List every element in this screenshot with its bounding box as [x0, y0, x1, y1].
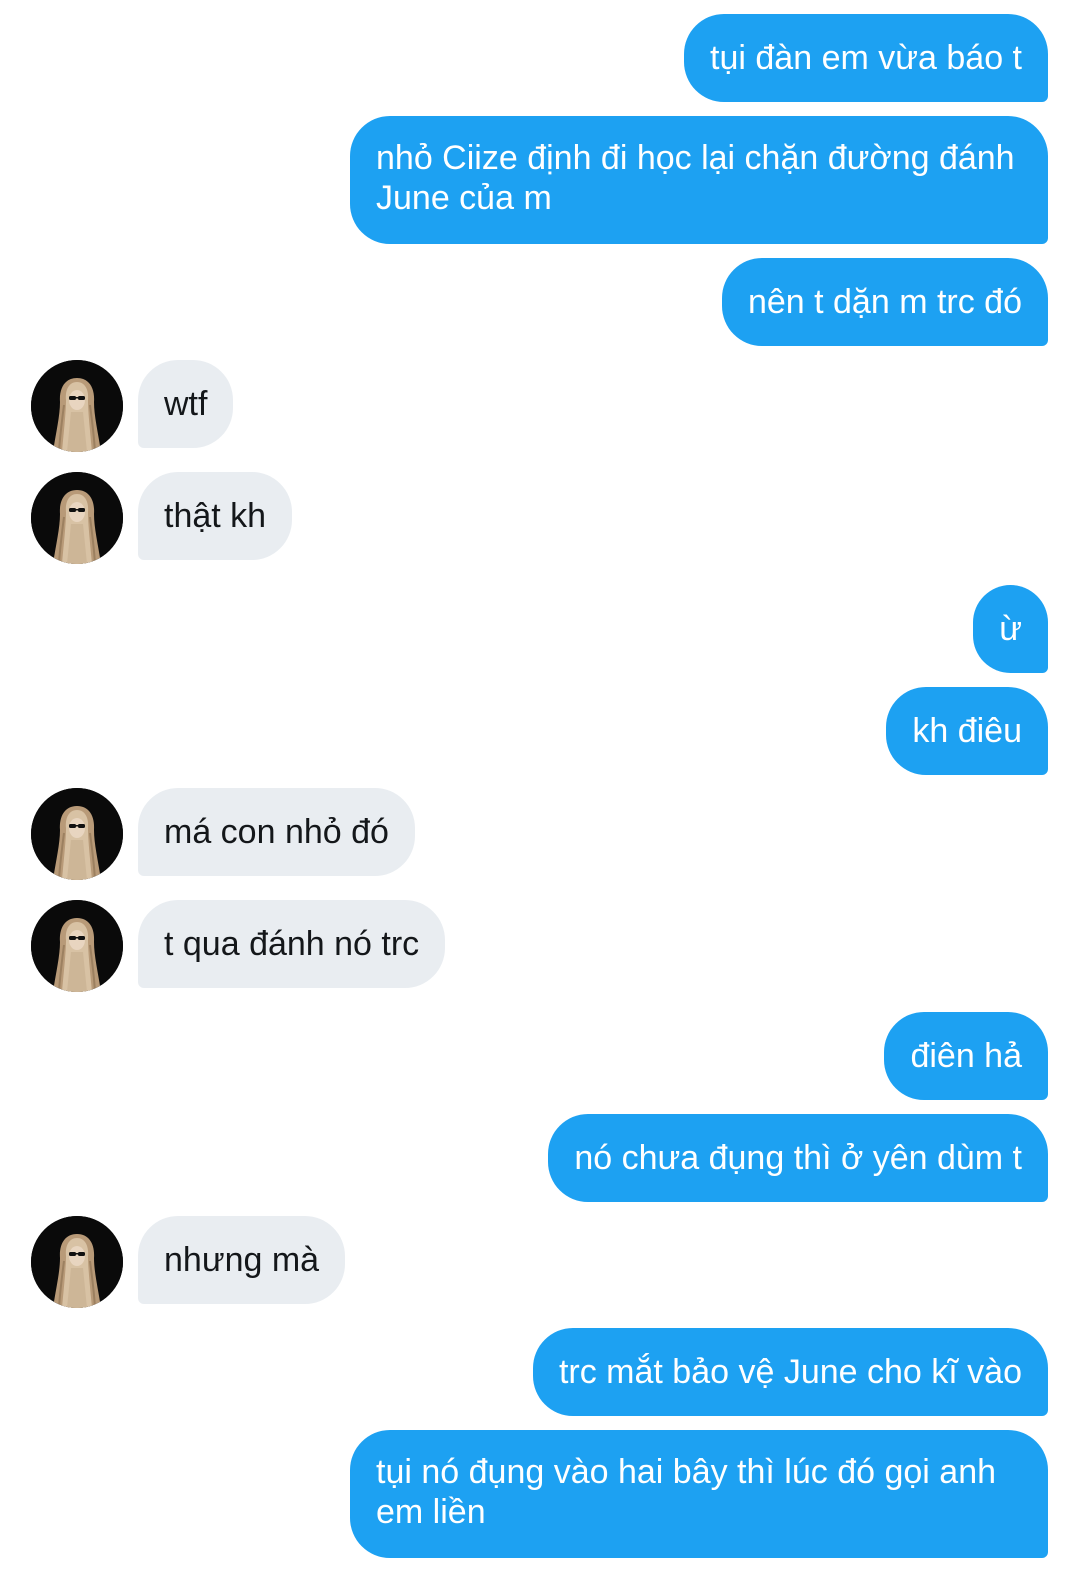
outgoing-message-bubble[interactable]: tụi đàn em vừa báo t: [684, 14, 1048, 102]
outgoing-message-bubble[interactable]: điên hả: [884, 1012, 1048, 1100]
incoming-message-bubble[interactable]: nhưng mà: [138, 1216, 346, 1304]
incoming-message-bubble[interactable]: t qua đánh nó trc: [138, 900, 446, 988]
incoming-message-bubble[interactable]: má con nhỏ đó: [138, 788, 415, 876]
contact-avatar-icon[interactable]: [31, 788, 123, 880]
outgoing-message-bubble[interactable]: kh điêu: [886, 687, 1048, 775]
outgoing-message-bubble[interactable]: nên t dặn m trc đó: [721, 258, 1048, 346]
message-thread: tụi đàn em vừa báo t nhỏ Ciize định đi h…: [0, 0, 1080, 1571]
contact-avatar-icon[interactable]: [31, 472, 123, 564]
incoming-message-bubble[interactable]: thật kh: [138, 472, 293, 560]
outgoing-message-bubble[interactable]: nó chưa đụng thì ở yên dùm t: [548, 1114, 1048, 1202]
outgoing-message-bubble[interactable]: trc mắt bảo vệ June cho kĩ vào: [532, 1328, 1048, 1416]
outgoing-message-bubble[interactable]: ừ: [973, 585, 1048, 673]
contact-avatar-icon[interactable]: [31, 900, 123, 992]
outgoing-message-bubble[interactable]: tụi nó đụng vào hai bây thì lúc đó gọi a…: [350, 1430, 1048, 1558]
contact-avatar-icon[interactable]: [31, 360, 123, 452]
outgoing-message-bubble[interactable]: nhỏ Ciize định đi học lại chặn đường đán…: [350, 116, 1048, 244]
contact-avatar-icon[interactable]: [31, 1216, 123, 1308]
incoming-message-bubble[interactable]: wtf: [138, 360, 234, 448]
